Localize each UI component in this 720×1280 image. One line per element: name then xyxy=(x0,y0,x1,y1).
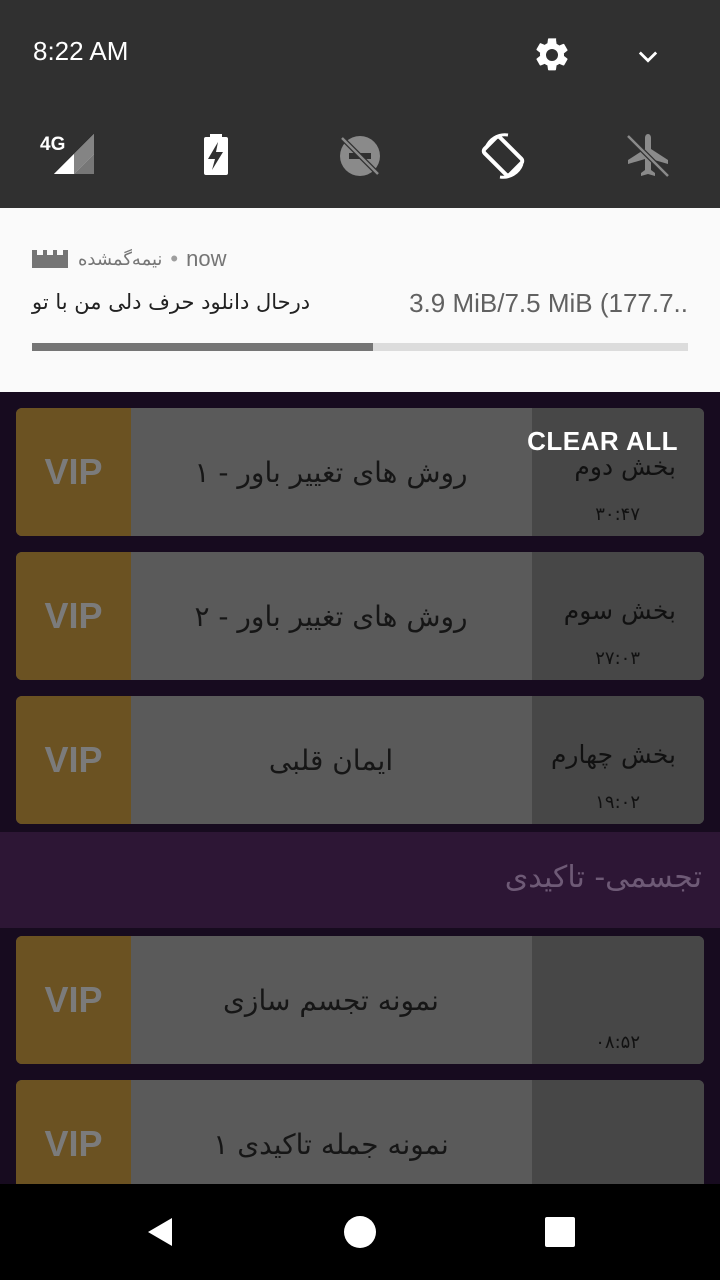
download-progress-fill xyxy=(32,343,374,351)
audio-card[interactable]: VIP روش های تغییر باور - ۲ بخش سوم ۲۷:۰۳ xyxy=(16,552,704,680)
recents-square-icon xyxy=(545,1217,575,1247)
download-progress-bar xyxy=(32,343,688,351)
vip-badge: VIP xyxy=(16,552,131,680)
audio-card[interactable]: VIP نمونه جمله تاکیدی ۱ xyxy=(16,1080,704,1184)
airplane-icon[interactable] xyxy=(620,128,676,184)
navigation-bar xyxy=(0,1184,720,1280)
vip-badge: VIP xyxy=(16,1080,131,1184)
card-duration: ۲۷:۰۳ xyxy=(595,648,640,669)
app-content: VIP روش های تغییر باور - ۱ بخش دوم ۳۰:۴۷… xyxy=(0,392,720,1184)
progress-text: 3.9 MiB/7.5 MiB (177.7.. xyxy=(409,288,688,318)
card-title: نمونه تجسم سازی xyxy=(223,983,439,1017)
card-duration: ۰۸:۵۲ xyxy=(595,1032,640,1053)
download-notification[interactable]: نیمه‌گمشده • now درحال دانلود حرف دلی من… xyxy=(0,208,720,392)
svg-text:4G: 4G xyxy=(40,134,65,155)
dnd-off-icon[interactable] xyxy=(332,128,388,184)
notification-header: نیمه‌گمشده • now xyxy=(32,246,226,272)
card-duration: ۳۰:۴۷ xyxy=(595,504,640,525)
category-header: تجسمی- تاکیدی xyxy=(0,832,720,928)
auto-rotate-icon[interactable] xyxy=(476,128,532,184)
notification-time: now xyxy=(186,246,227,271)
card-title: نمونه جمله تاکیدی ۱ xyxy=(213,1127,449,1161)
battery-charging-icon[interactable] xyxy=(188,128,244,184)
chevron-down-icon[interactable] xyxy=(634,42,662,70)
card-section: بخش سوم xyxy=(563,596,676,625)
vip-badge: VIP xyxy=(16,408,131,536)
category-title: تجسمی- تاکیدی xyxy=(504,860,702,895)
quick-settings-panel: 8:22 AM 4G xyxy=(0,0,720,208)
recents-button[interactable] xyxy=(530,1202,590,1262)
back-triangle-icon xyxy=(148,1218,172,1246)
card-title: روش های تغییر باور - ۲ xyxy=(194,599,468,633)
status-time: 8:22 AM xyxy=(33,36,129,66)
home-circle-icon xyxy=(344,1216,376,1248)
notification-title: درحال دانلود حرف دلی من با تو xyxy=(32,290,311,314)
audio-card[interactable]: VIP ایمان قلبی بخش چهارم ۱۹:۰۲ xyxy=(16,696,704,824)
app-name: نیمه‌گمشده xyxy=(78,248,163,270)
card-duration: ۱۹:۰۲ xyxy=(595,792,640,813)
card-title: روش های تغییر باور - ۱ xyxy=(194,455,468,489)
home-button[interactable] xyxy=(330,1202,390,1262)
signal-4g-icon[interactable]: 4G xyxy=(40,128,96,184)
card-title: ایمان قلبی xyxy=(268,743,394,777)
settings-gear-icon[interactable] xyxy=(532,35,572,75)
app-icon xyxy=(32,250,68,268)
vip-badge: VIP xyxy=(16,936,131,1064)
card-side xyxy=(532,1080,704,1184)
card-section: بخش چهارم xyxy=(550,740,676,769)
back-button[interactable] xyxy=(130,1202,190,1262)
audio-card[interactable]: VIP نمونه تجسم سازی ۰۸:۵۲ xyxy=(16,936,704,1064)
clear-all-button[interactable]: CLEAR ALL xyxy=(527,426,678,457)
vip-badge: VIP xyxy=(16,696,131,824)
